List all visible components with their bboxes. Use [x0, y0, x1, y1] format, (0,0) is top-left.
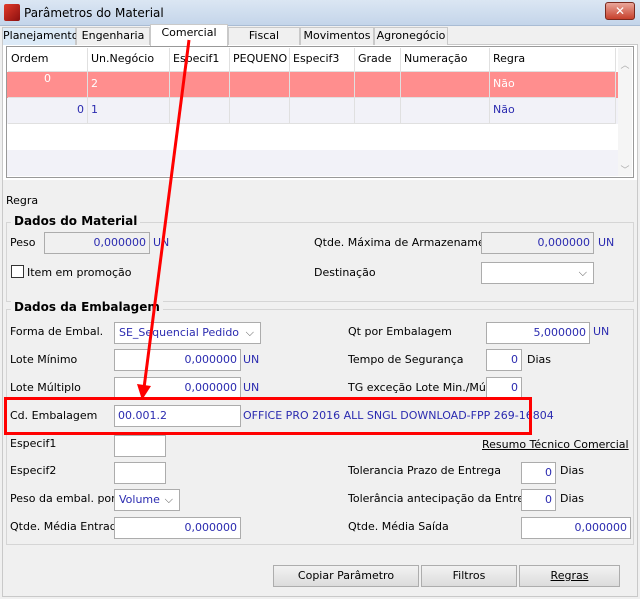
arrow-head	[137, 384, 151, 400]
arrow-line	[142, 39, 191, 389]
annotation-arrow	[137, 39, 191, 400]
